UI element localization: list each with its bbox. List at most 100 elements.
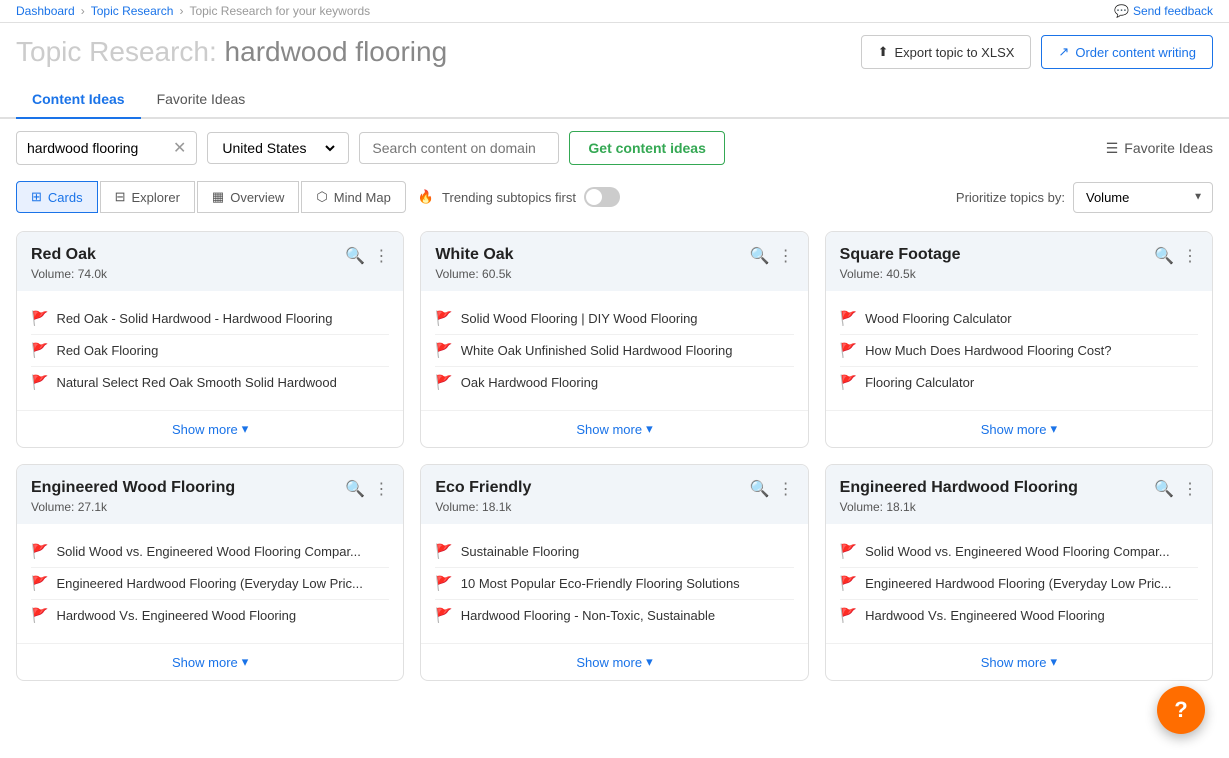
show-more-button[interactable]: Show more ▾: [826, 410, 1212, 447]
card-square-footage: Square Footage Volume: 40.5k 🔍 ⋮ 🚩 Wood …: [825, 231, 1213, 448]
send-feedback-link[interactable]: 💬 Send feedback: [1114, 4, 1213, 18]
chevron-down-icon: ▾: [1050, 421, 1057, 437]
card-engineered-wood: Engineered Wood Flooring Volume: 27.1k 🔍…: [16, 464, 404, 681]
search-icon[interactable]: 🔍: [345, 246, 365, 266]
more-options-icon[interactable]: ⋮: [1182, 246, 1198, 266]
view-overview-button[interactable]: ▦ Overview: [197, 181, 299, 213]
card-body: 🚩 Red Oak - Solid Hardwood - Hardwood Fl…: [17, 291, 403, 410]
item-text: Red Oak Flooring: [56, 343, 389, 358]
export-button[interactable]: ⬆ Export topic to XLSX: [861, 35, 1032, 69]
view-mindmap-button[interactable]: ⬡ Mind Map: [301, 181, 405, 213]
show-more-label: Show more: [981, 422, 1047, 437]
show-more-button[interactable]: Show more ▾: [17, 410, 403, 447]
card-item: 🚩 Hardwood Vs. Engineered Wood Flooring: [31, 600, 389, 631]
item-flag-icon: 🚩: [31, 342, 48, 359]
breadcrumb-sep1: ›: [81, 4, 85, 18]
more-options-icon[interactable]: ⋮: [1182, 479, 1198, 499]
get-ideas-button[interactable]: Get content ideas: [569, 131, 724, 165]
feedback-icon: 💬: [1114, 4, 1129, 18]
item-text: Flooring Calculator: [865, 375, 1198, 390]
card-item: 🚩 Red Oak Flooring: [31, 335, 389, 367]
item-text: Solid Wood vs. Engineered Wood Flooring …: [865, 544, 1198, 559]
card-header-actions: 🔍 ⋮: [345, 246, 389, 266]
chevron-down-icon: ▾: [242, 421, 249, 437]
card-header: Square Footage Volume: 40.5k 🔍 ⋮: [826, 232, 1212, 291]
tab-row: Content Ideas Favorite Ideas: [0, 81, 1229, 119]
card-item: 🚩 Sustainable Flooring: [435, 536, 793, 568]
search-icon[interactable]: 🔍: [1154, 479, 1174, 499]
country-select[interactable]: United States United Kingdom Canada: [218, 139, 338, 157]
chevron-down-icon: ▾: [242, 654, 249, 670]
more-options-icon[interactable]: ⋮: [778, 246, 794, 266]
search-icon[interactable]: 🔍: [750, 479, 770, 499]
more-options-icon[interactable]: ⋮: [373, 246, 389, 266]
view-explorer-button[interactable]: ⊟ Explorer: [100, 181, 195, 213]
item-flag-icon: 🚩: [435, 374, 452, 391]
card-item: 🚩 Hardwood Flooring - Non-Toxic, Sustain…: [435, 600, 793, 631]
card-volume: Volume: 74.0k: [31, 267, 107, 281]
item-flag-icon: 🚩: [435, 543, 452, 560]
item-text: 10 Most Popular Eco-Friendly Flooring So…: [461, 576, 794, 591]
card-header: Engineered Hardwood Flooring Volume: 18.…: [826, 465, 1212, 524]
card-item: 🚩 Hardwood Vs. Engineered Wood Flooring: [840, 600, 1198, 631]
card-volume: Volume: 60.5k: [435, 267, 513, 281]
item-flag-icon: 🚩: [840, 575, 857, 592]
view-cards-button[interactable]: ⊞ Cards: [16, 181, 98, 213]
item-flag-icon: 🚩: [435, 342, 452, 359]
help-fab[interactable]: ?: [1157, 686, 1205, 734]
breadcrumb-sep2: ›: [179, 4, 183, 18]
card-header-actions: 🔍 ⋮: [750, 246, 794, 266]
more-options-icon[interactable]: ⋮: [778, 479, 794, 499]
card-red-oak: Red Oak Volume: 74.0k 🔍 ⋮ 🚩 Red Oak - So…: [16, 231, 404, 448]
card-volume: Volume: 18.1k: [435, 500, 531, 514]
domain-search-input[interactable]: [359, 132, 559, 164]
volume-select[interactable]: Volume Efficiency Difficulty: [1073, 182, 1213, 213]
cards-grid: Red Oak Volume: 74.0k 🔍 ⋮ 🚩 Red Oak - So…: [0, 223, 1229, 697]
search-icon[interactable]: 🔍: [750, 246, 770, 266]
card-title: Eco Friendly: [435, 479, 531, 497]
card-title-block: White Oak Volume: 60.5k: [435, 246, 513, 281]
item-flag-icon: 🚩: [435, 310, 452, 327]
card-header-actions: 🔍 ⋮: [1154, 246, 1198, 266]
card-title-block: Red Oak Volume: 74.0k: [31, 246, 107, 281]
show-more-label: Show more: [576, 422, 642, 437]
search-icon[interactable]: 🔍: [1154, 246, 1174, 266]
show-more-button[interactable]: Show more ▾: [826, 643, 1212, 680]
page-title: Topic Research: hardwood flooring: [16, 36, 447, 68]
trending-wrap: 🔥 Trending subtopics first: [418, 187, 620, 207]
fire-icon: 🔥: [418, 189, 434, 205]
item-flag-icon: 🚩: [840, 342, 857, 359]
tab-content-ideas[interactable]: Content Ideas: [16, 81, 141, 119]
card-body: 🚩 Sustainable Flooring 🚩 10 Most Popular…: [421, 524, 807, 643]
country-select-wrap[interactable]: United States United Kingdom Canada: [207, 132, 349, 164]
card-header: Eco Friendly Volume: 18.1k 🔍 ⋮: [421, 465, 807, 524]
trending-toggle[interactable]: [584, 187, 620, 207]
breadcrumb-topic-research[interactable]: Topic Research: [91, 4, 174, 18]
card-title-block: Eco Friendly Volume: 18.1k: [435, 479, 531, 514]
item-flag-icon: 🚩: [435, 575, 452, 592]
card-title-block: Engineered Hardwood Flooring Volume: 18.…: [840, 479, 1078, 514]
breadcrumb-current: Topic Research for your keywords: [189, 4, 370, 18]
card-body: 🚩 Solid Wood Flooring | DIY Wood Floorin…: [421, 291, 807, 410]
item-text: Engineered Hardwood Flooring (Everyday L…: [56, 576, 389, 591]
show-more-label: Show more: [981, 655, 1047, 670]
search-icon[interactable]: 🔍: [345, 479, 365, 499]
show-more-button[interactable]: Show more ▾: [421, 410, 807, 447]
show-more-label: Show more: [576, 655, 642, 670]
breadcrumb-dashboard[interactable]: Dashboard: [16, 4, 75, 18]
order-content-button[interactable]: ↗ Order content writing: [1041, 35, 1213, 69]
item-text: Engineered Hardwood Flooring (Everyday L…: [865, 576, 1198, 591]
item-text: Red Oak - Solid Hardwood - Hardwood Floo…: [56, 311, 389, 326]
card-title-block: Engineered Wood Flooring Volume: 27.1k: [31, 479, 235, 514]
favorite-ideas-link[interactable]: ☰ Favorite Ideas: [1106, 140, 1213, 157]
show-more-button[interactable]: Show more ▾: [421, 643, 807, 680]
more-options-icon[interactable]: ⋮: [373, 479, 389, 499]
clear-keyword-button[interactable]: ✕: [173, 138, 186, 158]
tab-favorite-ideas[interactable]: Favorite Ideas: [141, 81, 262, 119]
show-more-button[interactable]: Show more ▾: [17, 643, 403, 680]
card-title: White Oak: [435, 246, 513, 264]
card-item: 🚩 Flooring Calculator: [840, 367, 1198, 398]
keyword-input[interactable]: [27, 140, 167, 156]
card-header-actions: 🔍 ⋮: [1154, 479, 1198, 499]
page-title-keyword: hardwood flooring: [225, 36, 448, 67]
